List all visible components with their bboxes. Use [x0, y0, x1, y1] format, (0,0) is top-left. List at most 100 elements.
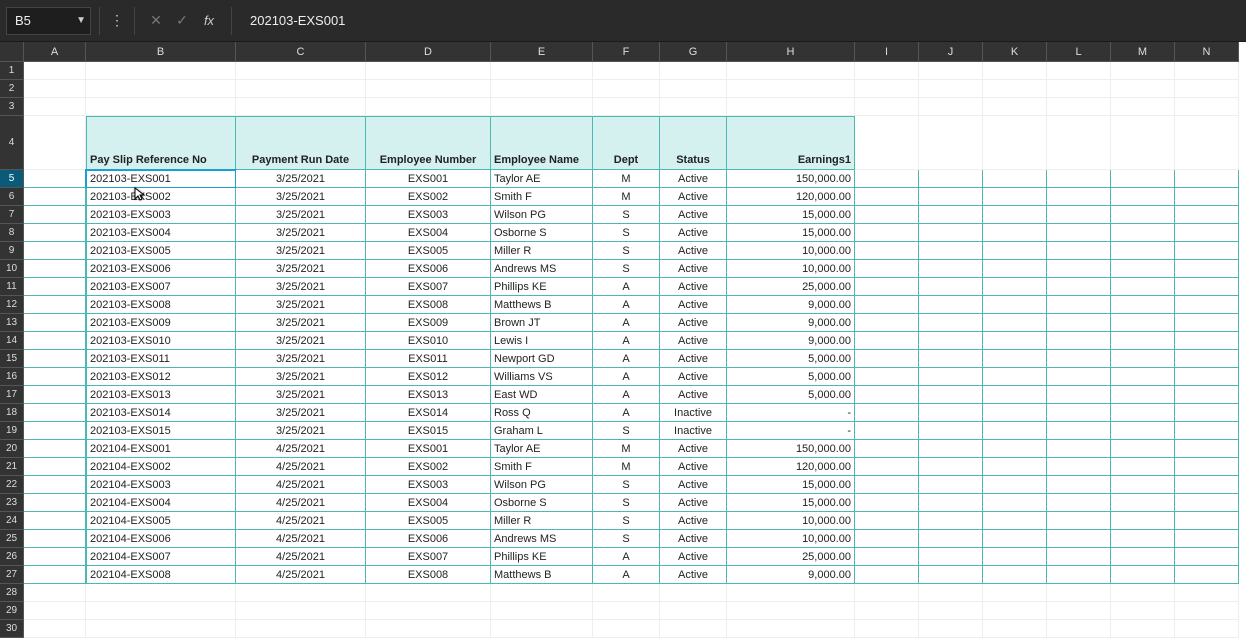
- cell-I29[interactable]: [855, 602, 919, 620]
- cell-A5[interactable]: [24, 170, 86, 188]
- cell-G30[interactable]: [660, 620, 727, 638]
- cell-E1[interactable]: [491, 62, 593, 80]
- cell-I19[interactable]: [855, 422, 919, 440]
- cell-E25[interactable]: Andrews MS: [491, 530, 593, 548]
- cell-L13[interactable]: [1047, 314, 1111, 332]
- cell-A14[interactable]: [24, 332, 86, 350]
- cell-K18[interactable]: [983, 404, 1047, 422]
- cell-K24[interactable]: [983, 512, 1047, 530]
- cell-I13[interactable]: [855, 314, 919, 332]
- cell-A16[interactable]: [24, 368, 86, 386]
- row-header-29[interactable]: 29: [0, 602, 24, 620]
- cell-I18[interactable]: [855, 404, 919, 422]
- cell-C23[interactable]: 4/25/2021: [236, 494, 366, 512]
- cell-N4[interactable]: [1175, 116, 1239, 170]
- cell-E5[interactable]: Taylor AE: [491, 170, 593, 188]
- cell-M5[interactable]: [1111, 170, 1175, 188]
- cell-N22[interactable]: [1175, 476, 1239, 494]
- cell-L3[interactable]: [1047, 98, 1111, 116]
- cell-G22[interactable]: Active: [660, 476, 727, 494]
- cell-J20[interactable]: [919, 440, 983, 458]
- cell-E13[interactable]: Brown JT: [491, 314, 593, 332]
- cell-F26[interactable]: A: [593, 548, 660, 566]
- cell-M12[interactable]: [1111, 296, 1175, 314]
- cell-F29[interactable]: [593, 602, 660, 620]
- cell-F27[interactable]: A: [593, 566, 660, 584]
- cell-F21[interactable]: M: [593, 458, 660, 476]
- cell-N8[interactable]: [1175, 224, 1239, 242]
- cell-C17[interactable]: 3/25/2021: [236, 386, 366, 404]
- cell-J26[interactable]: [919, 548, 983, 566]
- cell-C9[interactable]: 3/25/2021: [236, 242, 366, 260]
- cell-E7[interactable]: Wilson PG: [491, 206, 593, 224]
- cell-M17[interactable]: [1111, 386, 1175, 404]
- row-header-18[interactable]: 18: [0, 404, 24, 422]
- cell-G12[interactable]: Active: [660, 296, 727, 314]
- cell-K3[interactable]: [983, 98, 1047, 116]
- accept-formula-button[interactable]: ✓: [169, 12, 195, 29]
- cell-H30[interactable]: [727, 620, 855, 638]
- cell-A28[interactable]: [24, 584, 86, 602]
- cell-F25[interactable]: S: [593, 530, 660, 548]
- cell-A30[interactable]: [24, 620, 86, 638]
- cell-E12[interactable]: Matthews B: [491, 296, 593, 314]
- cell-B21[interactable]: 202104-EXS002: [86, 458, 236, 476]
- cell-L22[interactable]: [1047, 476, 1111, 494]
- cell-K25[interactable]: [983, 530, 1047, 548]
- cell-N21[interactable]: [1175, 458, 1239, 476]
- column-header-A[interactable]: A: [24, 42, 86, 62]
- cell-N29[interactable]: [1175, 602, 1239, 620]
- cell-K16[interactable]: [983, 368, 1047, 386]
- dropdown-icon[interactable]: ▼: [76, 15, 86, 26]
- column-header-H[interactable]: H: [727, 42, 855, 62]
- cell-J19[interactable]: [919, 422, 983, 440]
- cell-H13[interactable]: 9,000.00: [727, 314, 855, 332]
- row-header-20[interactable]: 20: [0, 440, 24, 458]
- cell-C16[interactable]: 3/25/2021: [236, 368, 366, 386]
- cell-L1[interactable]: [1047, 62, 1111, 80]
- row-header-16[interactable]: 16: [0, 368, 24, 386]
- row-header-14[interactable]: 14: [0, 332, 24, 350]
- cell-K12[interactable]: [983, 296, 1047, 314]
- cell-M10[interactable]: [1111, 260, 1175, 278]
- cell-G14[interactable]: Active: [660, 332, 727, 350]
- cell-K28[interactable]: [983, 584, 1047, 602]
- cell-H18[interactable]: -: [727, 404, 855, 422]
- cell-C3[interactable]: [236, 98, 366, 116]
- cell-K27[interactable]: [983, 566, 1047, 584]
- cell-B4[interactable]: Pay Slip Reference No: [86, 116, 236, 170]
- cell-B10[interactable]: 202103-EXS006: [86, 260, 236, 278]
- cell-I10[interactable]: [855, 260, 919, 278]
- cell-J23[interactable]: [919, 494, 983, 512]
- cell-E17[interactable]: East WD: [491, 386, 593, 404]
- cell-F3[interactable]: [593, 98, 660, 116]
- cell-N6[interactable]: [1175, 188, 1239, 206]
- cell-H4[interactable]: Earnings1: [727, 116, 855, 170]
- cell-N13[interactable]: [1175, 314, 1239, 332]
- cell-K11[interactable]: [983, 278, 1047, 296]
- cell-A25[interactable]: [24, 530, 86, 548]
- cell-H22[interactable]: 15,000.00: [727, 476, 855, 494]
- cell-F12[interactable]: A: [593, 296, 660, 314]
- cell-N15[interactable]: [1175, 350, 1239, 368]
- cell-D17[interactable]: EXS013: [366, 386, 491, 404]
- cancel-formula-button[interactable]: ✕: [143, 12, 169, 29]
- cell-D28[interactable]: [366, 584, 491, 602]
- cell-C1[interactable]: [236, 62, 366, 80]
- cell-D13[interactable]: EXS009: [366, 314, 491, 332]
- cell-G16[interactable]: Active: [660, 368, 727, 386]
- cell-K29[interactable]: [983, 602, 1047, 620]
- cell-E15[interactable]: Newport GD: [491, 350, 593, 368]
- cell-C10[interactable]: 3/25/2021: [236, 260, 366, 278]
- cell-A1[interactable]: [24, 62, 86, 80]
- cell-D29[interactable]: [366, 602, 491, 620]
- row-header-11[interactable]: 11: [0, 278, 24, 296]
- cell-E10[interactable]: Andrews MS: [491, 260, 593, 278]
- cell-J30[interactable]: [919, 620, 983, 638]
- cell-H25[interactable]: 10,000.00: [727, 530, 855, 548]
- cell-L14[interactable]: [1047, 332, 1111, 350]
- cell-J1[interactable]: [919, 62, 983, 80]
- cell-N27[interactable]: [1175, 566, 1239, 584]
- cell-J7[interactable]: [919, 206, 983, 224]
- cell-C13[interactable]: 3/25/2021: [236, 314, 366, 332]
